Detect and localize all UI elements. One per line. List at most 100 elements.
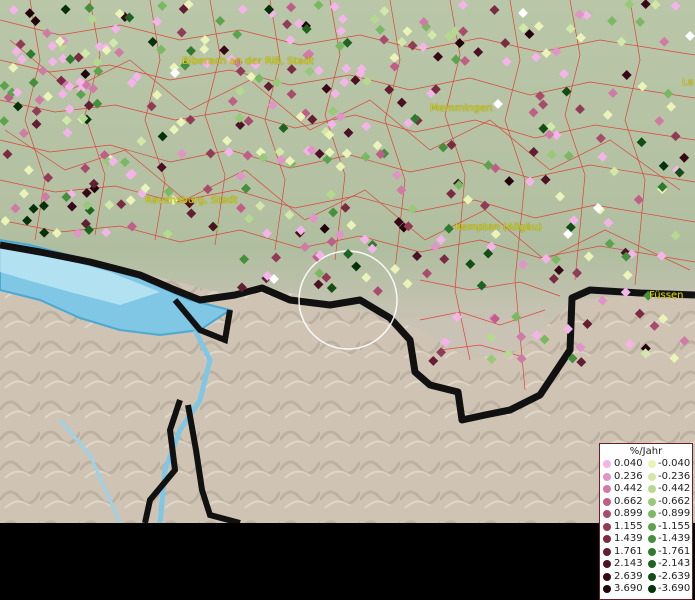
data-point-marker[interactable]: [390, 264, 401, 274]
data-point-marker[interactable]: [430, 241, 441, 252]
data-point-marker[interactable]: [31, 106, 42, 117]
data-point-marker[interactable]: [10, 203, 21, 214]
data-point-marker[interactable]: [223, 147, 234, 157]
data-point-marker[interactable]: [654, 116, 665, 126]
data-point-marker[interactable]: [607, 88, 618, 99]
data-point-marker[interactable]: [384, 84, 395, 95]
data-point-marker[interactable]: [62, 127, 73, 138]
data-point-marker[interactable]: [57, 89, 68, 99]
data-point-marker[interactable]: [42, 28, 53, 39]
data-point-marker[interactable]: [463, 194, 473, 205]
data-point-marker[interactable]: [402, 278, 413, 289]
data-point-marker[interactable]: [24, 8, 35, 19]
data-point-marker[interactable]: [339, 77, 350, 88]
data-point-marker[interactable]: [341, 148, 352, 159]
data-point-marker[interactable]: [565, 23, 576, 34]
data-point-marker[interactable]: [572, 268, 582, 278]
data-point-marker[interactable]: [222, 135, 233, 146]
data-point-marker[interactable]: [369, 14, 380, 25]
data-point-marker[interactable]: [47, 41, 58, 51]
data-point-marker[interactable]: [152, 16, 163, 27]
data-point-marker[interactable]: [473, 47, 484, 58]
data-point-marker[interactable]: [575, 104, 585, 115]
data-point-marker[interactable]: [242, 150, 253, 161]
data-point-marker[interactable]: [636, 137, 647, 148]
data-point-marker[interactable]: [202, 184, 213, 195]
data-point-marker[interactable]: [0, 80, 10, 91]
data-point-marker[interactable]: [108, 37, 119, 48]
data-point-marker[interactable]: [12, 87, 23, 98]
data-point-marker[interactable]: [286, 2, 297, 13]
data-point-marker[interactable]: [84, 3, 95, 13]
data-point-marker[interactable]: [389, 52, 400, 63]
data-point-marker[interactable]: [263, 81, 274, 92]
data-point-marker[interactable]: [396, 97, 407, 108]
data-point-marker[interactable]: [239, 254, 250, 265]
data-point-marker[interactable]: [446, 188, 457, 199]
data-point-marker[interactable]: [340, 202, 351, 213]
data-point-marker[interactable]: [616, 36, 627, 47]
data-point-marker[interactable]: [60, 4, 71, 15]
data-point-marker[interactable]: [603, 217, 614, 228]
data-point-marker[interactable]: [446, 139, 457, 150]
data-point-marker[interactable]: [119, 157, 130, 168]
data-point-marker[interactable]: [92, 57, 103, 68]
data-point-marker[interactable]: [511, 311, 522, 322]
data-point-marker[interactable]: [372, 140, 383, 151]
data-point-marker[interactable]: [19, 188, 29, 199]
data-point-marker[interactable]: [635, 17, 646, 27]
data-point-marker[interactable]: [244, 213, 255, 224]
data-point-marker[interactable]: [2, 149, 13, 160]
data-point-marker[interactable]: [30, 16, 41, 26]
data-point-marker[interactable]: [31, 119, 42, 130]
data-point-marker[interactable]: [40, 191, 51, 202]
data-point-marker[interactable]: [34, 94, 45, 105]
data-point-marker[interactable]: [23, 165, 34, 176]
data-point-marker[interactable]: [407, 204, 418, 215]
data-point-marker[interactable]: [328, 207, 339, 218]
data-point-marker[interactable]: [379, 34, 389, 45]
data-point-marker[interactable]: [255, 200, 266, 211]
data-point-marker[interactable]: [234, 113, 245, 124]
data-point-marker[interactable]: [326, 236, 337, 247]
data-point-marker[interactable]: [22, 215, 33, 226]
data-point-marker[interactable]: [658, 160, 669, 171]
data-point-marker[interactable]: [307, 114, 318, 125]
data-point-marker[interactable]: [422, 268, 432, 279]
data-point-marker[interactable]: [282, 19, 293, 30]
data-point-marker[interactable]: [156, 162, 167, 173]
data-point-marker[interactable]: [563, 151, 574, 161]
data-point-marker[interactable]: [0, 116, 9, 127]
data-point-marker[interactable]: [656, 250, 667, 261]
data-point-marker[interactable]: [125, 195, 136, 206]
data-point-marker[interactable]: [528, 107, 539, 118]
data-point-marker[interactable]: [670, 131, 681, 142]
data-point-marker[interactable]: [663, 88, 674, 99]
data-point-marker[interactable]: [525, 176, 535, 187]
data-point-marker[interactable]: [545, 121, 556, 132]
data-point-marker[interactable]: [602, 109, 613, 120]
data-point-marker[interactable]: [533, 21, 544, 32]
data-point-marker[interactable]: [535, 91, 545, 101]
data-point-marker[interactable]: [64, 104, 75, 115]
data-point-marker[interactable]: [87, 14, 97, 25]
data-point-marker[interactable]: [500, 38, 511, 49]
data-point-marker[interactable]: [438, 142, 449, 153]
data-point-marker[interactable]: [555, 191, 565, 202]
data-point-marker[interactable]: [205, 148, 216, 159]
data-point-marker[interactable]: [418, 41, 429, 52]
data-point-marker[interactable]: [162, 228, 173, 239]
data-point-marker[interactable]: [465, 259, 476, 270]
data-point-marker[interactable]: [362, 76, 373, 87]
data-point-marker[interactable]: [37, 65, 48, 76]
data-point-marker[interactable]: [597, 151, 608, 162]
data-point-marker[interactable]: [679, 152, 690, 163]
data-point-marker[interactable]: [274, 146, 285, 157]
data-point-marker[interactable]: [17, 54, 28, 65]
data-point-marker[interactable]: [583, 251, 594, 262]
data-point-marker[interactable]: [493, 99, 503, 109]
data-point-marker[interactable]: [8, 5, 19, 16]
data-point-marker[interactable]: [574, 9, 585, 20]
data-point-marker[interactable]: [666, 101, 677, 112]
data-point-marker[interactable]: [518, 259, 528, 270]
